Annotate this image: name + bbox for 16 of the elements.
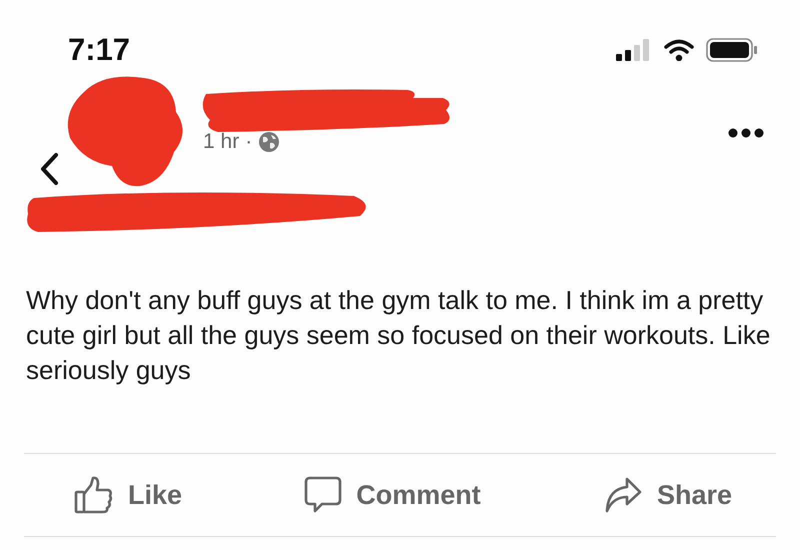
thumbs-up-icon	[74, 475, 114, 515]
post-text: Why don't any buff guys at the gym talk to me. I think im a pretty cute girl but all the guys seem so focused on their workouts. Like seriously guys	[26, 284, 772, 387]
globe-icon	[258, 131, 280, 153]
post-time: 1 hr	[203, 130, 240, 154]
battery-icon	[706, 38, 758, 62]
share-arrow-icon	[602, 475, 643, 515]
signal-icon	[616, 39, 652, 61]
back-icon[interactable]	[38, 152, 60, 186]
like-button[interactable]: Like	[74, 475, 182, 515]
speech-bubble-icon	[304, 475, 342, 515]
status-time: 7:17	[68, 32, 130, 68]
wifi-icon	[664, 39, 694, 61]
more-options-icon[interactable]	[728, 128, 764, 138]
separator-dot: ·	[245, 130, 252, 154]
comment-button[interactable]: Comment	[304, 475, 481, 515]
share-button[interactable]: Share	[602, 475, 732, 515]
